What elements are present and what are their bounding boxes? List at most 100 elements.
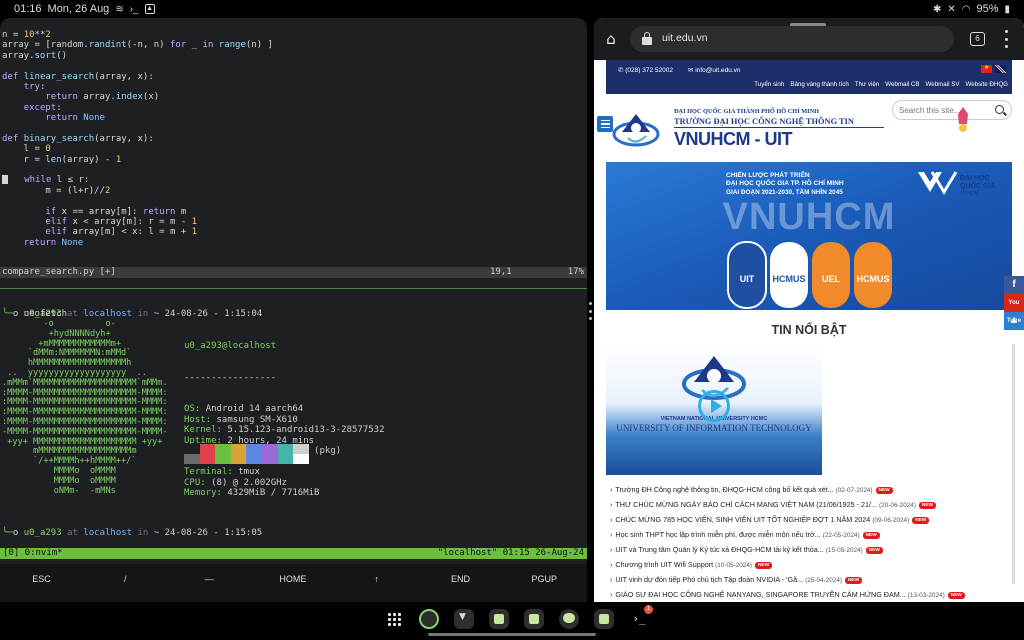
shell-input[interactable]: ╰─o: [2, 528, 18, 538]
code-line[interactable]: except:: [2, 103, 587, 113]
dock-app-termux[interactable]: ›_ 1: [625, 605, 653, 632]
extra-key-5[interactable]: END: [419, 566, 502, 592]
extra-key-4[interactable]: ↑: [335, 566, 418, 592]
prompt-dir: ~: [153, 528, 160, 538]
news-title[interactable]: THƯ CHÚC MỪNG NGÀY BÁO CHÍ CÁCH MẠNG VIỆ…: [615, 500, 877, 509]
news-item[interactable]: › THƯ CHÚC MỪNG NGÀY BÁO CHÍ CÁCH MẠNG VI…: [610, 497, 1010, 512]
dock-app-files[interactable]: [520, 606, 548, 632]
uit-logo-icon[interactable]: [610, 106, 662, 150]
terminal-window[interactable]: n = 10**2 array = [random.randint(-n, n) …: [0, 18, 587, 602]
extra-key-3[interactable]: ←: [251, 593, 334, 602]
chevron-right-icon: ›: [610, 560, 613, 569]
code-line[interactable]: [2, 61, 587, 71]
prompt-at: at: [67, 528, 78, 538]
code-line[interactable]: return array.index(x): [2, 92, 587, 102]
featured-video[interactable]: VIETNAM NATIONAL UNIVERSITY HCMC UNIVERS…: [606, 344, 822, 475]
extra-key-2[interactable]: —: [168, 566, 251, 592]
site-top-link[interactable]: Tuyển sinh: [754, 81, 784, 88]
home-gesture-bar[interactable]: [428, 633, 596, 636]
dock-app-notes[interactable]: [485, 606, 513, 632]
tmux-pane-separator[interactable]: [0, 288, 587, 289]
facebook-icon[interactable]: f: [1004, 276, 1024, 294]
code-line[interactable]: def binary_search(array, x):: [2, 134, 587, 144]
extra-key-1[interactable]: /: [84, 566, 167, 592]
extra-key-0[interactable]: ⇆: [0, 593, 83, 602]
code-line[interactable]: r = len(array) - 1: [2, 155, 587, 165]
site-top-link[interactable]: Thư viện: [855, 81, 879, 88]
news-item[interactable]: › Trường ĐH Công nghệ thông tin, ĐHQG-HCM…: [610, 482, 1010, 497]
svg-text:HCMUS: HCMUS: [857, 274, 890, 284]
code-line[interactable]: m = (l+r)//2: [2, 186, 587, 196]
social-sidebar: f You Tube ▲: [1004, 276, 1024, 330]
code-line[interactable]: while l ≤ r:: [2, 175, 587, 185]
code-line[interactable]: try:: [2, 82, 587, 92]
color-swatch: [246, 454, 262, 464]
extra-key-0[interactable]: ESC: [0, 566, 83, 592]
news-title[interactable]: UIT vinh dự đón tiếp Phó chủ tịch Tập đo…: [615, 575, 803, 584]
code-line[interactable]: l = 0: [2, 144, 587, 154]
search-icon[interactable]: [995, 105, 1004, 114]
news-item[interactable]: › UIT vinh dự đón tiếp Phó chủ tịch Tập đ…: [610, 572, 1010, 587]
news-title[interactable]: Trường ĐH Công nghệ thông tin, ĐHQG-HCM …: [615, 485, 833, 494]
strategy-banner[interactable]: CHIẾN LƯỢC PHÁT TRIỂN ĐẠI HỌC QUỐC GIA T…: [606, 162, 1012, 310]
code-line[interactable]: [2, 196, 587, 206]
browser-menu-button[interactable]: [1003, 30, 1009, 48]
news-item[interactable]: › Chương trình UIT Wifi Support (10-05-202…: [610, 557, 1010, 572]
web-page[interactable]: ✆ (028) 372 52002 ✉ info@uit.edu.vn Tuyể…: [594, 60, 1024, 602]
vietnamese-flag-icon[interactable]: [981, 64, 992, 73]
code-line[interactable]: [2, 165, 587, 175]
site-search-input[interactable]: [899, 104, 987, 117]
news-title[interactable]: Chương trình UIT Wifi Support: [615, 560, 713, 569]
dock-app-1[interactable]: [415, 606, 443, 632]
dock-app-brave[interactable]: [450, 606, 478, 632]
tmux-window-list[interactable]: [0] 0:nvim*: [3, 548, 63, 559]
extra-key-4[interactable]: ↓: [335, 593, 418, 602]
taskbar: ›_1: [0, 602, 1024, 640]
news-item[interactable]: › CHÚC MỪNG 785 HỌC VIÊN, SINH VIÊN UIT T…: [610, 512, 1010, 527]
site-email[interactable]: ✉ info@uit.edu.vn: [688, 66, 741, 74]
vim-cursor-position: 19,1: [490, 267, 512, 277]
code-line[interactable]: array = [random.randint(-n, n) for _ in …: [2, 40, 587, 50]
play-icon[interactable]: [698, 390, 730, 422]
news-item[interactable]: › Học sinh THPT học lập trình miễn phí, đ…: [610, 527, 1010, 542]
site-top-link[interactable]: Website ĐHQG: [965, 81, 1008, 88]
code-line[interactable]: n = 10**2: [2, 30, 587, 40]
extra-key-1[interactable]: CTRL: [84, 593, 167, 602]
code-line[interactable]: array.sort(): [2, 51, 587, 61]
extra-key-5[interactable]: →: [419, 593, 502, 602]
extra-key-6[interactable]: PGUP: [503, 566, 586, 592]
english-flag-icon[interactable]: [995, 65, 1006, 73]
code-editor[interactable]: n = 10**2 array = [random.randint(-n, n) …: [2, 30, 587, 248]
code-line[interactable]: elif x < array[m]: r = m - 1: [2, 217, 587, 227]
site-top-link[interactable]: Webmail SV: [926, 81, 960, 88]
code-line[interactable]: return None: [2, 113, 587, 123]
extra-key-6[interactable]: PGDN: [503, 593, 586, 602]
site-top-link[interactable]: Bảng vàng thành tích: [790, 81, 848, 88]
news-title[interactable]: GIÁO SƯ ĐẠI HỌC CÔNG NGHỆ NANYANG, SINGA…: [615, 590, 905, 599]
news-item[interactable]: › GIÁO SƯ ĐẠI HỌC CÔNG NGHỆ NANYANG, SING…: [610, 587, 1010, 602]
news-title[interactable]: UIT và Trung tâm Quản lý Ký túc xá ĐHQG-…: [615, 545, 823, 554]
code-line[interactable]: return None: [2, 238, 587, 248]
news-item[interactable]: › UIT và Trung tâm Quản lý Ký túc xá ĐHQG…: [610, 542, 1010, 557]
vim-scroll-percent: 17%: [567, 267, 584, 277]
code-line[interactable]: elif array[m] < x: l = m + 1: [2, 227, 587, 237]
site-search[interactable]: [892, 100, 1012, 120]
apps-grid-button[interactable]: [380, 606, 408, 632]
code-line[interactable]: if x == array[m]: return m: [2, 207, 587, 217]
extra-key-3[interactable]: HOME: [251, 566, 334, 592]
home-button[interactable]: ⌂: [603, 31, 619, 47]
news-title[interactable]: Học sinh THPT học lập trình miễn phí, đư…: [615, 530, 820, 539]
code-line[interactable]: [2, 124, 587, 134]
youtube-icon[interactable]: You Tube: [1004, 294, 1024, 324]
neofetch-info-row: CPU: (8) @ 2.002GHz: [184, 478, 385, 489]
code-line[interactable]: def linear_search(array, x):: [2, 72, 587, 82]
split-view-handle[interactable]: [589, 302, 592, 320]
site-top-link[interactable]: Webmail CB: [885, 81, 919, 88]
dock-app-messages[interactable]: [555, 606, 583, 632]
address-bar[interactable]: uit.edu.vn: [630, 26, 954, 52]
extra-key-2[interactable]: ALT: [168, 593, 251, 602]
dock-app-calculator[interactable]: [590, 606, 618, 632]
news-title[interactable]: CHÚC MỪNG 785 HỌC VIÊN, SINH VIÊN UIT TỐ…: [615, 515, 870, 524]
tab-switcher-button[interactable]: 6: [970, 32, 985, 46]
news-scrollbar[interactable]: [1012, 344, 1015, 584]
